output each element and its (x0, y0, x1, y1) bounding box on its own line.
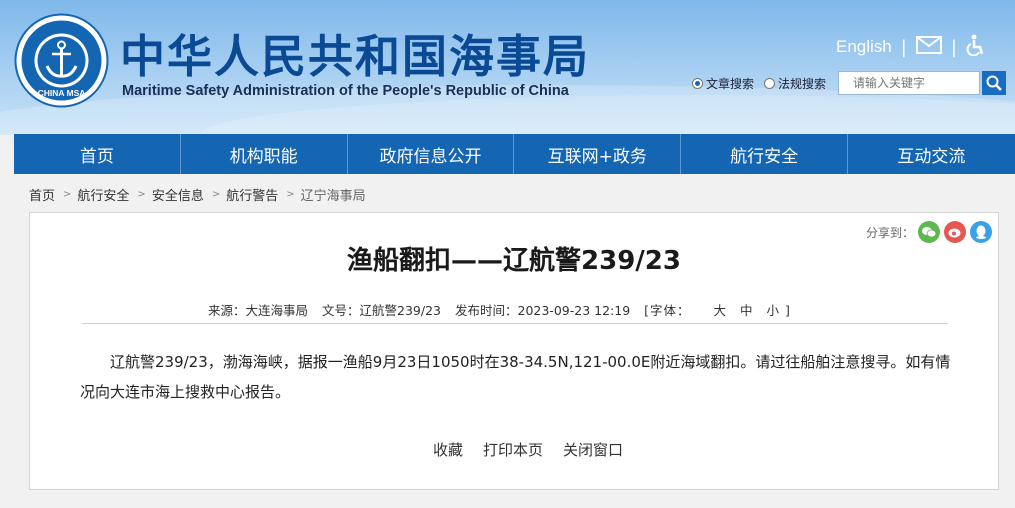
nav-gov-info[interactable]: 政府信息公开 (348, 134, 515, 174)
nav-internet-services[interactable]: 互联网+政务 (514, 134, 682, 174)
font-size-control: [字体： 大 中 小 ] (644, 300, 795, 319)
font-large-button[interactable]: 大 (714, 303, 728, 318)
breadcrumb-safety-info[interactable]: 安全信息 (152, 185, 204, 204)
font-small-button[interactable]: 小 ] (767, 303, 791, 318)
main-nav: 首页 机构职能 政府信息公开 互联网+政务 航行安全 互动交流 (14, 134, 1015, 174)
nav-functions[interactable]: 机构职能 (181, 134, 348, 174)
divider (82, 323, 948, 324)
nav-interaction[interactable]: 互动交流 (848, 134, 1015, 174)
top-links: English | | (836, 34, 986, 60)
favorite-button[interactable]: 收藏 (433, 439, 463, 460)
nav-home[interactable]: 首页 (14, 134, 181, 174)
separator: | (950, 36, 957, 58)
search-input[interactable] (838, 71, 981, 95)
article-search-radio[interactable]: 文章搜索 (692, 75, 754, 92)
english-link[interactable]: English (836, 37, 892, 57)
breadcrumb-navigation-safety[interactable]: 航行安全 (77, 185, 129, 204)
share-label: 分享到： (865, 225, 914, 240)
chevron-right-icon: > (286, 189, 295, 200)
article-publish-time: 发布时间：2023-09-23 12:19 (455, 303, 631, 318)
article-doc-number: 文号：辽航警239/23 (322, 303, 441, 318)
breadcrumb: 首页 > 航行安全 > 安全信息 > 航行警告 > 辽宁海事局 (29, 185, 366, 204)
law-search-radio[interactable]: 法规搜索 (764, 75, 826, 92)
article-title: 渔船翻扣——辽航警239/23 (347, 246, 681, 276)
breadcrumb-nav-warnings[interactable]: 航行警告 (226, 185, 278, 204)
site-subtitle: Maritime Safety Administration of the Pe… (122, 83, 569, 99)
logo-text: CHINA MSA (38, 88, 86, 98)
article-meta: 来源：大连海事局 文号：辽航警239/23 发布时间：2023-09-23 12… (208, 300, 809, 319)
font-medium-button[interactable]: 中 (740, 303, 754, 318)
separator: | (900, 36, 907, 58)
article-panel: 分享到： 渔船翻扣——辽航警239/23 来源：大连海事局 文号：辽航警239/… (29, 212, 999, 490)
chevron-right-icon: > (137, 189, 146, 200)
msa-logo[interactable]: CHINA MSA (14, 13, 109, 108)
print-button[interactable]: 打印本页 (483, 439, 543, 460)
site-header: CHINA MSA 中华人民共和国海事局 Maritime Safety Adm… (0, 0, 1015, 135)
article-actions: 收藏 打印本页 关闭窗口 (30, 439, 998, 460)
site-title: 中华人民共和国海事局 (120, 30, 591, 83)
search-bar: 文章搜索 法规搜索 (692, 71, 1007, 95)
accessibility-icon[interactable] (966, 34, 986, 60)
chevron-right-icon: > (211, 189, 221, 200)
search-button[interactable] (982, 71, 1007, 95)
nav-navigation-safety[interactable]: 航行安全 (681, 134, 848, 174)
close-window-button[interactable]: 关闭窗口 (563, 439, 623, 460)
search-icon (986, 75, 1002, 91)
article-body: 辽航警239/23，渤海海峡，据报一渔船9月23日1050时在38-34.5N,… (80, 353, 951, 401)
breadcrumb-liaoning-msa[interactable]: 辽宁海事局 (301, 185, 366, 204)
article-source: 来源：大连海事局 (208, 303, 309, 318)
font-size-label: [字体： (644, 303, 691, 318)
mail-icon[interactable] (915, 36, 942, 58)
chevron-right-icon: > (63, 189, 72, 200)
breadcrumb-home[interactable]: 首页 (29, 185, 55, 204)
